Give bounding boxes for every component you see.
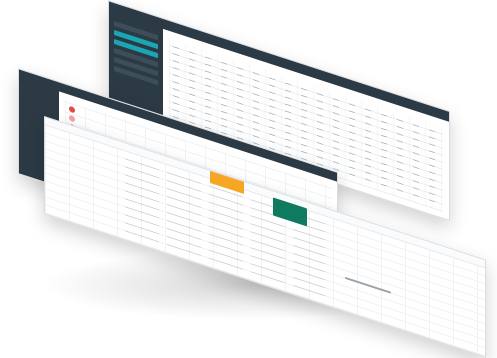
isometric-screens-composition (0, 0, 497, 358)
